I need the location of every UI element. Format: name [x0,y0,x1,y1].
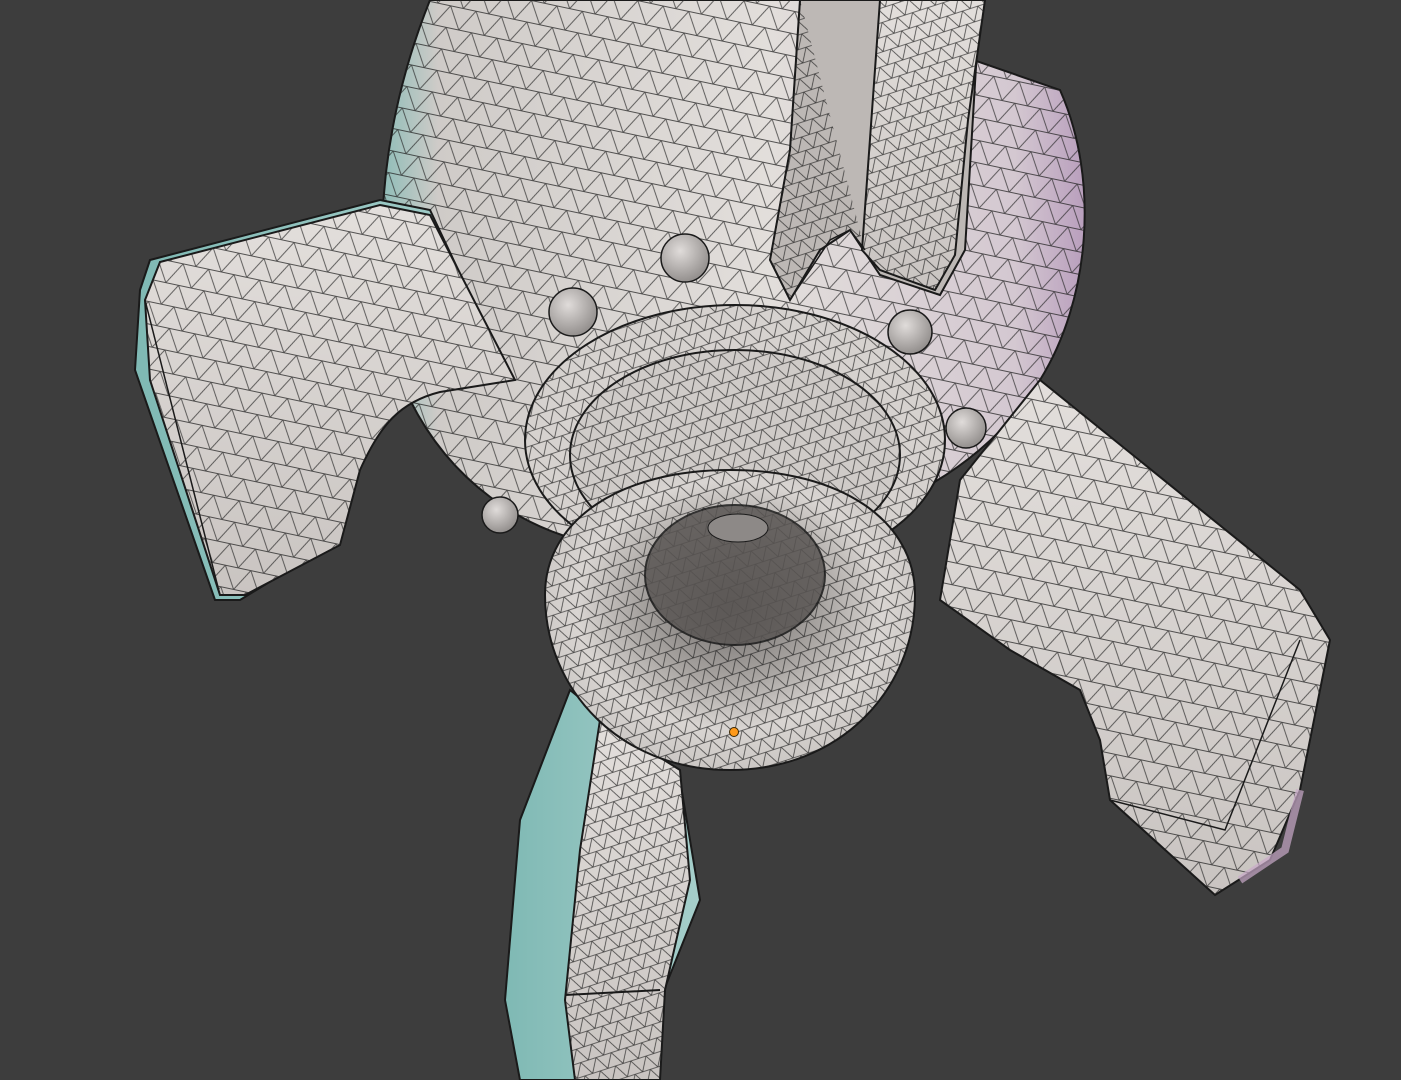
fin-top[interactable] [768,0,987,303]
viewport-canvas[interactable] [0,0,1401,1080]
3d-viewport[interactable] [0,0,1401,1080]
rivet [887,309,933,355]
rivet [481,496,519,534]
rivet [945,407,987,449]
rivet [548,287,598,337]
fin-right[interactable] [938,378,1332,897]
rivet [660,233,710,283]
origin-point[interactable] [729,727,739,737]
